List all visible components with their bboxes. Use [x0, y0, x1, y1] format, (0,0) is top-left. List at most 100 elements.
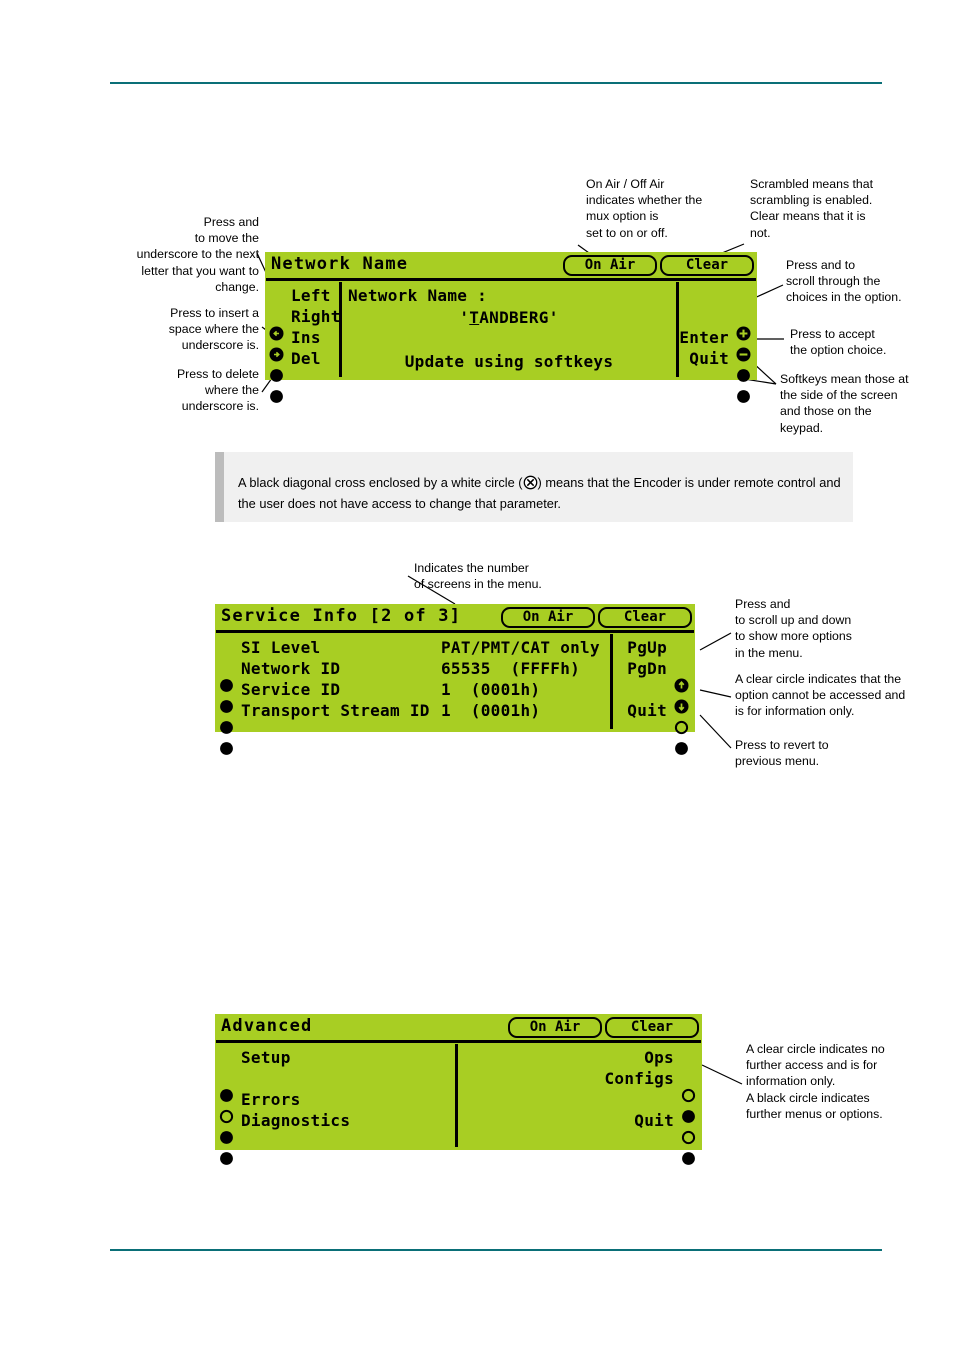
callout-press-left-right: Press and to move the underscore to the …	[136, 215, 259, 294]
filled-circle-icon	[736, 330, 751, 382]
filled-circle-icon	[219, 682, 234, 734]
filled-circle-icon	[219, 1113, 234, 1165]
softkey-quit-label: Quit	[689, 349, 729, 368]
filled-circle-icon	[219, 1092, 234, 1144]
circle-arrow-up-icon	[674, 640, 689, 693]
clear-circle-icon	[681, 1050, 696, 1103]
softkey-quit[interactable]: Quit	[617, 700, 689, 755]
softkey-enter[interactable]: Enter	[679, 327, 751, 382]
callout-press-ins: Press to insert a space where the unders…	[168, 306, 259, 353]
callout-press-pgup-pgdn: Press and to scroll up and down to show …	[735, 597, 852, 660]
table-row[interactable]: SI Level PAT/PMT/CAT only	[219, 637, 610, 692]
clear-circle-icon	[681, 1092, 696, 1145]
softkey-left[interactable]: Left	[269, 285, 339, 341]
filled-circle-icon	[219, 703, 234, 755]
filled-circle-icon	[219, 640, 234, 692]
note-accent-bar	[215, 452, 224, 522]
lcd-body: Left Right Ins Del Network Name: 'TANDB…	[265, 281, 757, 403]
lcd-screen-network-name: Network Name On Air Clear Left Right Ins…	[265, 252, 757, 403]
filled-circle-icon	[219, 1050, 234, 1102]
softkey-quit[interactable]: Quit	[462, 1110, 696, 1165]
lcd-right-softkey-column: PgUp PgDn Quit	[613, 633, 695, 755]
callout-press-del: Press to delete where the underscore is.	[176, 367, 259, 414]
clear-circle-icon	[219, 1071, 234, 1124]
softkey-enter-label: Enter	[679, 328, 729, 347]
row-label-si-level: SI Level	[241, 638, 321, 657]
softkey-quit[interactable]: Quit	[683, 348, 751, 403]
value-rest: ANDBERG'	[479, 308, 559, 327]
lcd-right-softkey-column: Ops Configs Quit	[458, 1043, 702, 1165]
lcd-left-menu-column: Setup Errors Diagnostics	[215, 1043, 455, 1165]
lcd-title-row: Advanced On Air Clear	[215, 1014, 702, 1040]
callout-on-air-off-air: On Air / Off Air indicates whether the m…	[586, 177, 703, 240]
softkey-ops: Ops	[462, 1047, 696, 1103]
row-value-si-level: PAT/PMT/CAT only	[441, 638, 600, 657]
note-text: A black diagonal cross enclosed by a whi…	[238, 474, 843, 512]
value-quote-open: '	[459, 308, 470, 327]
page-header-rule	[110, 82, 882, 84]
menu-item-setup[interactable]: Setup	[219, 1047, 455, 1102]
filled-circle-icon	[269, 351, 284, 403]
lcd-status-badges: On Air Clear	[501, 607, 692, 628]
softkey-quit-label: Quit	[634, 1111, 674, 1130]
lcd-body: Setup Errors Diagnostics Ops Configs Qui…	[215, 1043, 702, 1165]
row-value-transport-stream-id: 1 (0001h)	[441, 701, 541, 720]
status-badge-scrambling: Clear	[660, 255, 754, 276]
lcd-status-badges: On Air Clear	[508, 1017, 699, 1038]
callout-scrambled: Scrambled means that scrambling is enabl…	[750, 177, 874, 240]
softkey-left-label: Left	[291, 286, 331, 305]
filled-circle-icon	[674, 703, 689, 755]
lcd-screen-service-info: Service Info [2 of 3] On Air Clear SI Le…	[215, 604, 695, 755]
note-text-before: A black diagonal cross enclosed by a whi…	[238, 475, 523, 490]
softkey-pgup-label: PgUp	[627, 638, 667, 657]
lcd-body: SI Level PAT/PMT/CAT only Network ID 655…	[215, 633, 695, 755]
menu-item-setup-label: Setup	[241, 1048, 291, 1067]
field-hint-update-softkeys: Update using softkeys	[404, 352, 614, 371]
callout-indicates-screens: Indicates the number of screens in the m…	[414, 561, 542, 592]
circle-minus-icon	[736, 309, 751, 362]
circle-arrow-left-icon	[269, 288, 284, 341]
row-value-network-id: 65535 (FFFFh)	[441, 659, 581, 678]
row-value-service-id: 1 (0001h)	[441, 680, 541, 699]
filled-circle-icon	[681, 1113, 696, 1165]
status-badge-scrambling: Clear	[605, 1017, 699, 1038]
lcd-title: Advanced	[221, 1016, 313, 1036]
softkey-info-only	[617, 679, 689, 735]
lcd-title-row: Service Info [2 of 3] On Air Clear	[215, 604, 695, 630]
status-badge-scrambling: Clear	[598, 607, 692, 628]
callout-press-revert: Press to revert to previous menu.	[735, 738, 829, 769]
filled-circle-icon	[269, 330, 284, 382]
field-value-network-name: 'TANDBERG'	[348, 308, 670, 327]
softkey-configs-label: Configs	[604, 1069, 674, 1088]
lcd-content-column: Network Name : 'TANDBERG' Update using s…	[342, 281, 676, 378]
circle-arrow-right-icon	[269, 309, 284, 362]
circle-plus-icon	[736, 288, 751, 341]
softkey-configs[interactable]: Configs	[462, 1068, 696, 1123]
page-footer-rule	[110, 1249, 882, 1251]
status-badge-on-air: On Air	[563, 255, 657, 276]
softkey-pgdn[interactable]: PgDn	[617, 658, 689, 714]
lcd-right-softkey-column: Enter Quit	[679, 281, 757, 403]
softkey-info-only	[462, 1089, 696, 1145]
filled-circle-icon	[736, 351, 751, 403]
lcd-status-badges: On Air Clear	[563, 255, 754, 276]
field-label-network-name: Network Name :	[348, 286, 488, 305]
lcd-screen-advanced: Advanced On Air Clear Setup Errors Diagn…	[215, 1014, 702, 1165]
lcd-left-softkey-column: Left Right Ins Del	[265, 281, 340, 403]
status-badge-on-air: On Air	[508, 1017, 602, 1038]
softkey-ops-label: Ops	[644, 1048, 674, 1067]
filled-circle-icon	[219, 661, 234, 713]
lcd-title: Service Info [2 of 3]	[221, 606, 462, 626]
clear-circle-icon	[674, 682, 689, 735]
filled-circle-icon	[681, 1071, 696, 1123]
softkey-quit-label: Quit	[627, 701, 667, 720]
lcd-title: Network Name	[271, 254, 409, 274]
lcd-title-row: Network Name On Air Clear	[265, 252, 757, 278]
status-badge-on-air: On Air	[501, 607, 595, 628]
callout-press-scroll-choices: Press and to scroll through the choices …	[786, 258, 902, 305]
lcd-info-rows-column: SI Level PAT/PMT/CAT only Network ID 655…	[215, 633, 610, 755]
softkey-increment[interactable]	[683, 285, 751, 341]
softkey-pgup[interactable]: PgUp	[617, 637, 689, 693]
softkey-decrement[interactable]	[683, 306, 751, 362]
value-cursor-char: T	[469, 308, 480, 327]
